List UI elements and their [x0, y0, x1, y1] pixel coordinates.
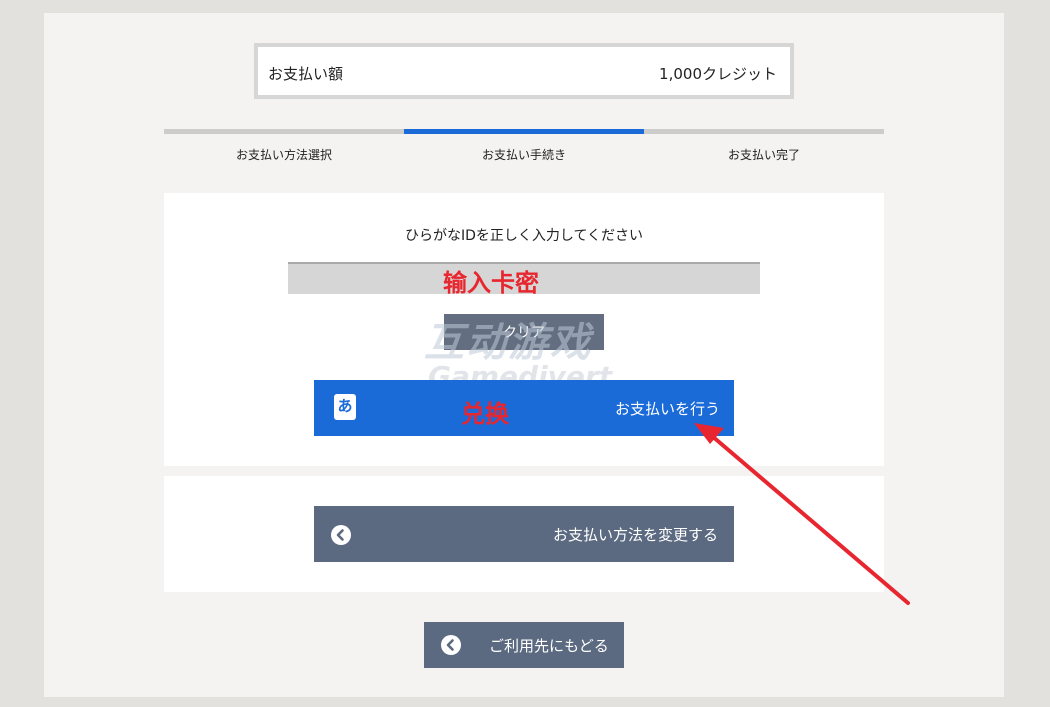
annotation-arrow: [694, 423, 910, 605]
